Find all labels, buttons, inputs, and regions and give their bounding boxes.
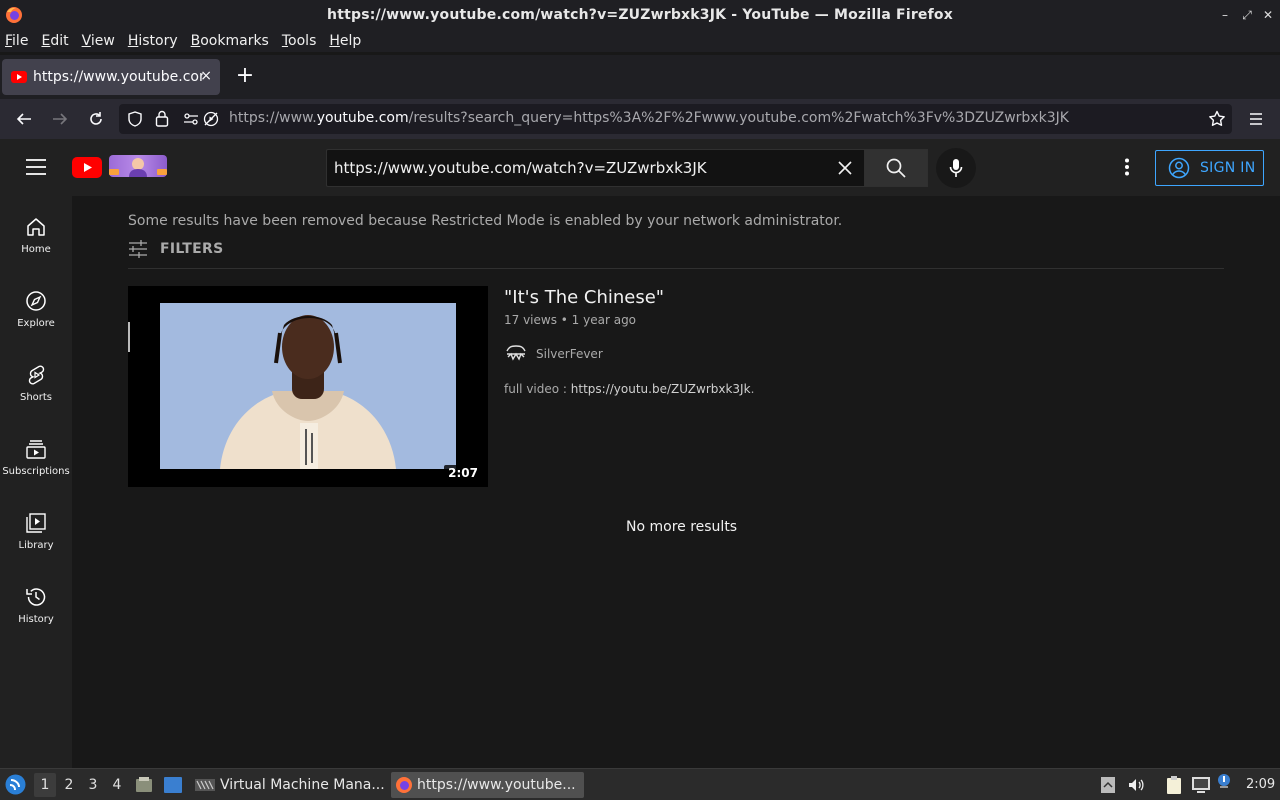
youtube-header: https://www.youtube.com/watch?v=ZUZwrbxk… — [0, 139, 1280, 196]
description-link[interactable]: https://youtu.be/ZUZwrbxk3Jk — [571, 382, 751, 396]
minimize-icon[interactable]: – — [1218, 8, 1232, 22]
tab-strip: https://www.youtube.com/results?search_q… — [0, 55, 1280, 99]
search-button[interactable] — [864, 149, 928, 187]
compass-icon — [26, 291, 46, 311]
app-menu-button[interactable] — [1244, 107, 1268, 131]
filters-button[interactable]: FILTERS — [128, 240, 223, 258]
thumbnail-edge-mark — [128, 322, 130, 352]
video-title[interactable]: "It's The Chinese" — [504, 287, 664, 308]
tab-title: https://www.youtube.com/results?search_q… — [33, 69, 203, 85]
filters-label: FILTERS — [160, 241, 224, 257]
task-virtual-machine-manager[interactable]: Virtual Machine Mana... — [190, 772, 386, 798]
address-bar[interactable]: https://www.youtube.com/results?search_q… — [119, 104, 1232, 134]
voice-search-button[interactable] — [936, 148, 976, 188]
microphone-icon — [949, 159, 963, 177]
sidebar-item-explore[interactable]: Explore — [0, 270, 72, 344]
video-thumbnail[interactable]: 2:07 — [128, 286, 488, 487]
close-icon[interactable]: ✕ — [1261, 8, 1275, 22]
workspace-1[interactable]: 1 — [35, 777, 55, 793]
lock-icon[interactable] — [155, 110, 169, 127]
filter-sliders-icon — [129, 240, 147, 258]
workspace-3[interactable]: 3 — [83, 777, 103, 793]
navigation-toolbar: https://www.youtube.com/results?search_q… — [0, 99, 1280, 139]
url-text[interactable]: https://www.youtube.com/results?search_q… — [229, 110, 1069, 126]
reload-button[interactable] — [84, 107, 108, 131]
window-titlebar: https://www.youtube.com/watch?v=ZUZwrbxk… — [0, 0, 1280, 30]
menu-view[interactable]: View — [82, 33, 115, 49]
home-icon — [27, 218, 45, 236]
sidebar-item-library[interactable]: Library — [0, 492, 72, 566]
firefox-logo-icon — [5, 6, 23, 24]
menu-help[interactable]: Help — [329, 33, 361, 49]
sign-in-button[interactable]: SIGN IN — [1155, 150, 1264, 186]
clear-search-icon[interactable] — [838, 161, 852, 175]
divider — [128, 268, 1224, 269]
account-icon — [1168, 157, 1190, 179]
notification-icon[interactable] — [1216, 773, 1232, 789]
sidebar-item-history[interactable]: History — [0, 566, 72, 640]
menu-bookmarks[interactable]: Bookmarks — [191, 33, 269, 49]
channel-avatar — [504, 342, 528, 366]
youtube-favicon-icon — [11, 71, 27, 83]
volume-icon[interactable] — [1127, 776, 1145, 794]
thumbnail-image — [160, 303, 456, 469]
tab-youtube[interactable]: https://www.youtube.com/results?search_q… — [2, 59, 220, 95]
sidebar-item-subscriptions[interactable]: Subscriptions — [0, 418, 72, 492]
menu-edit[interactable]: Edit — [41, 33, 68, 49]
youtube-logo[interactable] — [72, 157, 102, 178]
tray-arrow-icon[interactable] — [1100, 776, 1116, 794]
start-menu-icon[interactable] — [5, 774, 26, 795]
video-duration: 2:07 — [444, 465, 482, 481]
shorts-icon — [28, 365, 45, 385]
search-input-value[interactable]: https://www.youtube.com/watch?v=ZUZwrbxk… — [334, 159, 707, 177]
no-more-results: No more results — [626, 519, 738, 535]
sidebar-item-home[interactable]: Home — [0, 196, 72, 270]
history-icon — [26, 588, 46, 606]
permissions-icon[interactable] — [183, 112, 199, 126]
guide-menu-icon[interactable] — [26, 158, 46, 176]
video-meta: 17 views • 1 year ago — [504, 313, 637, 327]
doodle-logo[interactable] — [109, 155, 167, 177]
forward-button[interactable] — [48, 107, 72, 131]
sidebar-item-shorts[interactable]: Shorts — [0, 344, 72, 418]
menu-history[interactable]: History — [128, 33, 178, 49]
sign-in-label: SIGN IN — [1200, 160, 1256, 176]
mini-guide-sidebar: Home Explore Shorts Subscriptions Librar… — [0, 196, 72, 768]
library-icon — [26, 513, 46, 533]
restricted-mode-notice: Some results have been removed because R… — [128, 213, 843, 229]
taskbar: 1 2 3 4 Virtual Machine Mana... https://… — [0, 768, 1280, 800]
workspace-2[interactable]: 2 — [59, 777, 79, 793]
file-manager-icon[interactable] — [135, 776, 153, 794]
tab-close-icon[interactable]: × — [200, 68, 212, 84]
clock: 2:09 — [1246, 777, 1276, 792]
channel-name: SilverFever — [536, 347, 603, 361]
channel-link[interactable]: SilverFever — [504, 342, 603, 366]
menu-tools[interactable]: Tools — [282, 33, 317, 49]
tracking-protection-shield-icon[interactable] — [127, 111, 143, 127]
bookmark-star-icon[interactable] — [1208, 110, 1226, 128]
subscriptions-icon — [26, 440, 46, 459]
maximize-icon[interactable]: ⤢ — [1240, 8, 1254, 22]
task-firefox[interactable]: https://www.youtube... — [391, 772, 584, 798]
back-button[interactable] — [12, 107, 36, 131]
search-input[interactable]: https://www.youtube.com/watch?v=ZUZwrbxk… — [326, 149, 864, 187]
workspace-4[interactable]: 4 — [107, 777, 127, 793]
menu-file[interactable]: File — [5, 33, 28, 49]
new-tab-button[interactable]: + — [234, 65, 256, 88]
virt-manager-icon — [195, 779, 215, 791]
desktop-icon[interactable] — [163, 776, 183, 794]
video-description: full video : https://youtu.be/ZUZwrbxk3J… — [504, 382, 755, 396]
autoplay-blocked-icon[interactable] — [203, 111, 219, 127]
firefox-taskbar-icon — [396, 777, 412, 793]
more-options-icon[interactable] — [1124, 158, 1130, 176]
network-icon[interactable] — [1191, 776, 1211, 794]
clipboard-icon[interactable] — [1164, 775, 1184, 795]
search-icon — [886, 158, 906, 178]
window-title: https://www.youtube.com/watch?v=ZUZwrbxk… — [327, 7, 953, 23]
menu-bar: File Edit View History Bookmarks Tools H… — [0, 30, 1280, 52]
